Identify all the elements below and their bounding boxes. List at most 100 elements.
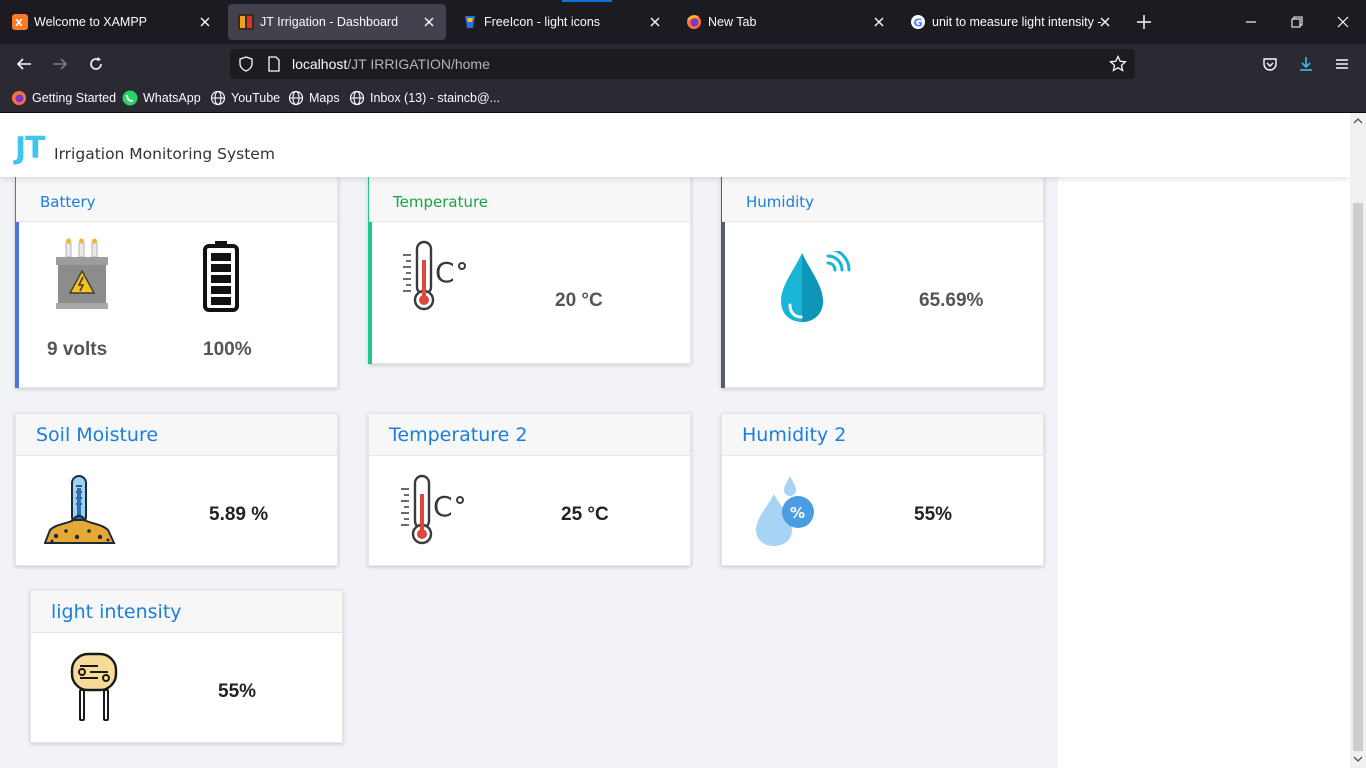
bookmark-star-icon[interactable] bbox=[1109, 54, 1127, 78]
card-title: Temperature bbox=[393, 193, 489, 211]
card-title: Humidity 2 bbox=[742, 424, 847, 446]
tab-label: JT Irrigation - Dashboard bbox=[260, 15, 399, 29]
temperature-value: 20 °C bbox=[555, 290, 603, 311]
humidity-percent-icon: % bbox=[752, 474, 818, 553]
close-icon[interactable] bbox=[870, 13, 888, 31]
thermometer-icon: C bbox=[399, 474, 469, 551]
brand-logo[interactable]: JT bbox=[15, 131, 46, 166]
bookmark-label: Getting Started bbox=[32, 91, 117, 105]
scroll-down-arrow-icon[interactable] bbox=[1353, 754, 1363, 764]
brand-title: Irrigation Monitoring System bbox=[54, 145, 275, 163]
url-host: localhost bbox=[292, 56, 348, 72]
card-header: Battery bbox=[16, 177, 337, 222]
forward-button[interactable] bbox=[50, 54, 70, 74]
card-header: Temperature 2 bbox=[369, 414, 690, 456]
globe-icon bbox=[349, 90, 365, 106]
back-button[interactable] bbox=[14, 54, 34, 74]
humidity-value: 65.69% bbox=[919, 290, 984, 311]
downloads-button[interactable] bbox=[1296, 54, 1316, 74]
bookmark-label: YouTube bbox=[231, 91, 281, 105]
tab-label: FreeIcon - light icons bbox=[484, 15, 601, 29]
reload-icon bbox=[90, 57, 102, 70]
globe-icon bbox=[210, 90, 226, 106]
temperature2-card: Temperature 2 C 25 °C bbox=[368, 413, 691, 566]
tab-freeicon[interactable]: FreeIcon - light icons bbox=[452, 4, 672, 40]
hamburger-icon bbox=[1336, 59, 1348, 69]
tab-loading-indicator bbox=[562, 0, 612, 2]
card-title: Temperature 2 bbox=[389, 424, 528, 446]
bookmarks-toolbar: Getting Started WhatsApp YouTube Maps In… bbox=[0, 84, 1366, 113]
app-header: JT Irrigation Monitoring System bbox=[0, 113, 1350, 177]
water-drop-icon bbox=[778, 247, 854, 332]
photoresistor-icon bbox=[70, 652, 118, 727]
download-icon bbox=[1300, 57, 1312, 71]
pocket-button[interactable] bbox=[1260, 54, 1280, 74]
restore-button[interactable] bbox=[1287, 12, 1307, 32]
arrow-right-icon bbox=[53, 58, 68, 70]
svg-text:C: C bbox=[433, 490, 453, 523]
soil-moisture-card: Soil Moisture 5.89 % bbox=[15, 413, 338, 566]
svg-text:G: G bbox=[914, 17, 923, 30]
battery-level-value: 100% bbox=[203, 339, 252, 360]
soil-sensor-icon bbox=[43, 474, 116, 551]
battery-card: Battery 9 volts 100% bbox=[15, 176, 338, 388]
reload-button[interactable] bbox=[86, 54, 106, 74]
menu-button[interactable] bbox=[1332, 54, 1352, 74]
xampp-icon: X bbox=[12, 14, 28, 30]
bookmark-maps[interactable]: Maps bbox=[288, 90, 340, 106]
tab-label: New Tab bbox=[708, 15, 757, 29]
bookmark-youtube[interactable]: YouTube bbox=[210, 90, 280, 106]
minimize-button[interactable] bbox=[1241, 12, 1261, 32]
card-title: Humidity bbox=[746, 193, 815, 211]
card-title: Battery bbox=[40, 193, 96, 211]
tab-jt-irrigation[interactable]: JT Irrigation - Dashboard bbox=[228, 4, 446, 40]
card-header: Soil Moisture bbox=[16, 414, 337, 456]
scrollbar-thumb[interactable] bbox=[1353, 203, 1363, 751]
pocket-icon bbox=[1263, 58, 1277, 71]
bookmark-inbox[interactable]: Inbox (13) - staincb@... bbox=[349, 90, 500, 106]
scroll-up-arrow-icon[interactable] bbox=[1353, 116, 1363, 126]
humidity2-card: Humidity 2 % 55% bbox=[721, 413, 1044, 566]
new-tab-button[interactable] bbox=[1134, 12, 1154, 32]
bookmark-label: Maps bbox=[309, 91, 340, 105]
svg-text:C: C bbox=[435, 256, 455, 289]
bookmark-whatsapp[interactable]: WhatsApp bbox=[122, 90, 201, 106]
bookmark-label: WhatsApp bbox=[143, 91, 201, 105]
url-text[interactable]: localhost/JT IRRIGATION/home bbox=[292, 56, 490, 72]
page-scrollbar[interactable] bbox=[1350, 113, 1366, 768]
light-intensity-value: 55% bbox=[218, 681, 257, 702]
close-icon[interactable] bbox=[196, 13, 214, 31]
temperature-card: Temperature C 20 °C bbox=[368, 176, 691, 364]
temperature2-value: 25 °C bbox=[561, 504, 609, 525]
arrow-left-icon bbox=[16, 58, 31, 70]
shield-icon[interactable] bbox=[238, 56, 254, 77]
bookmark-label: Inbox (13) - staincb@... bbox=[370, 91, 501, 105]
card-header: Humidity 2 bbox=[722, 414, 1043, 456]
whatsapp-icon bbox=[122, 90, 138, 106]
page-icon[interactable] bbox=[266, 56, 282, 77]
battery-voltage-value: 9 volts bbox=[47, 339, 108, 360]
address-bar[interactable]: localhost/JT IRRIGATION/home bbox=[230, 49, 1135, 79]
humidity2-value: 55% bbox=[914, 504, 953, 525]
card-title: Soil Moisture bbox=[36, 424, 159, 446]
tab-label: Welcome to XAMPP bbox=[34, 15, 148, 29]
jt-favicon bbox=[238, 14, 254, 30]
plus-icon bbox=[1137, 15, 1151, 29]
tab-new-tab[interactable]: New Tab bbox=[676, 4, 896, 40]
firefox-icon bbox=[686, 14, 702, 30]
soil-moisture-value: 5.89 % bbox=[209, 504, 269, 525]
close-icon[interactable] bbox=[1096, 13, 1114, 31]
bookmark-getting-started[interactable]: Getting Started bbox=[11, 90, 116, 106]
close-window-button[interactable] bbox=[1333, 12, 1353, 32]
thermometer-icon: C bbox=[401, 240, 471, 317]
tab-google-search[interactable]: G unit to measure light intensity - bbox=[900, 4, 1122, 40]
close-icon bbox=[1337, 16, 1349, 28]
tab-xampp[interactable]: X Welcome to XAMPP bbox=[2, 4, 222, 40]
page-viewport: JT Irrigation Monitoring System Battery bbox=[0, 113, 1350, 768]
close-icon[interactable] bbox=[646, 13, 664, 31]
svg-text:X: X bbox=[15, 18, 23, 29]
power-transformer-icon bbox=[54, 237, 110, 318]
card-header: Humidity bbox=[722, 177, 1043, 222]
close-icon[interactable] bbox=[420, 13, 438, 31]
globe-icon bbox=[288, 90, 304, 106]
